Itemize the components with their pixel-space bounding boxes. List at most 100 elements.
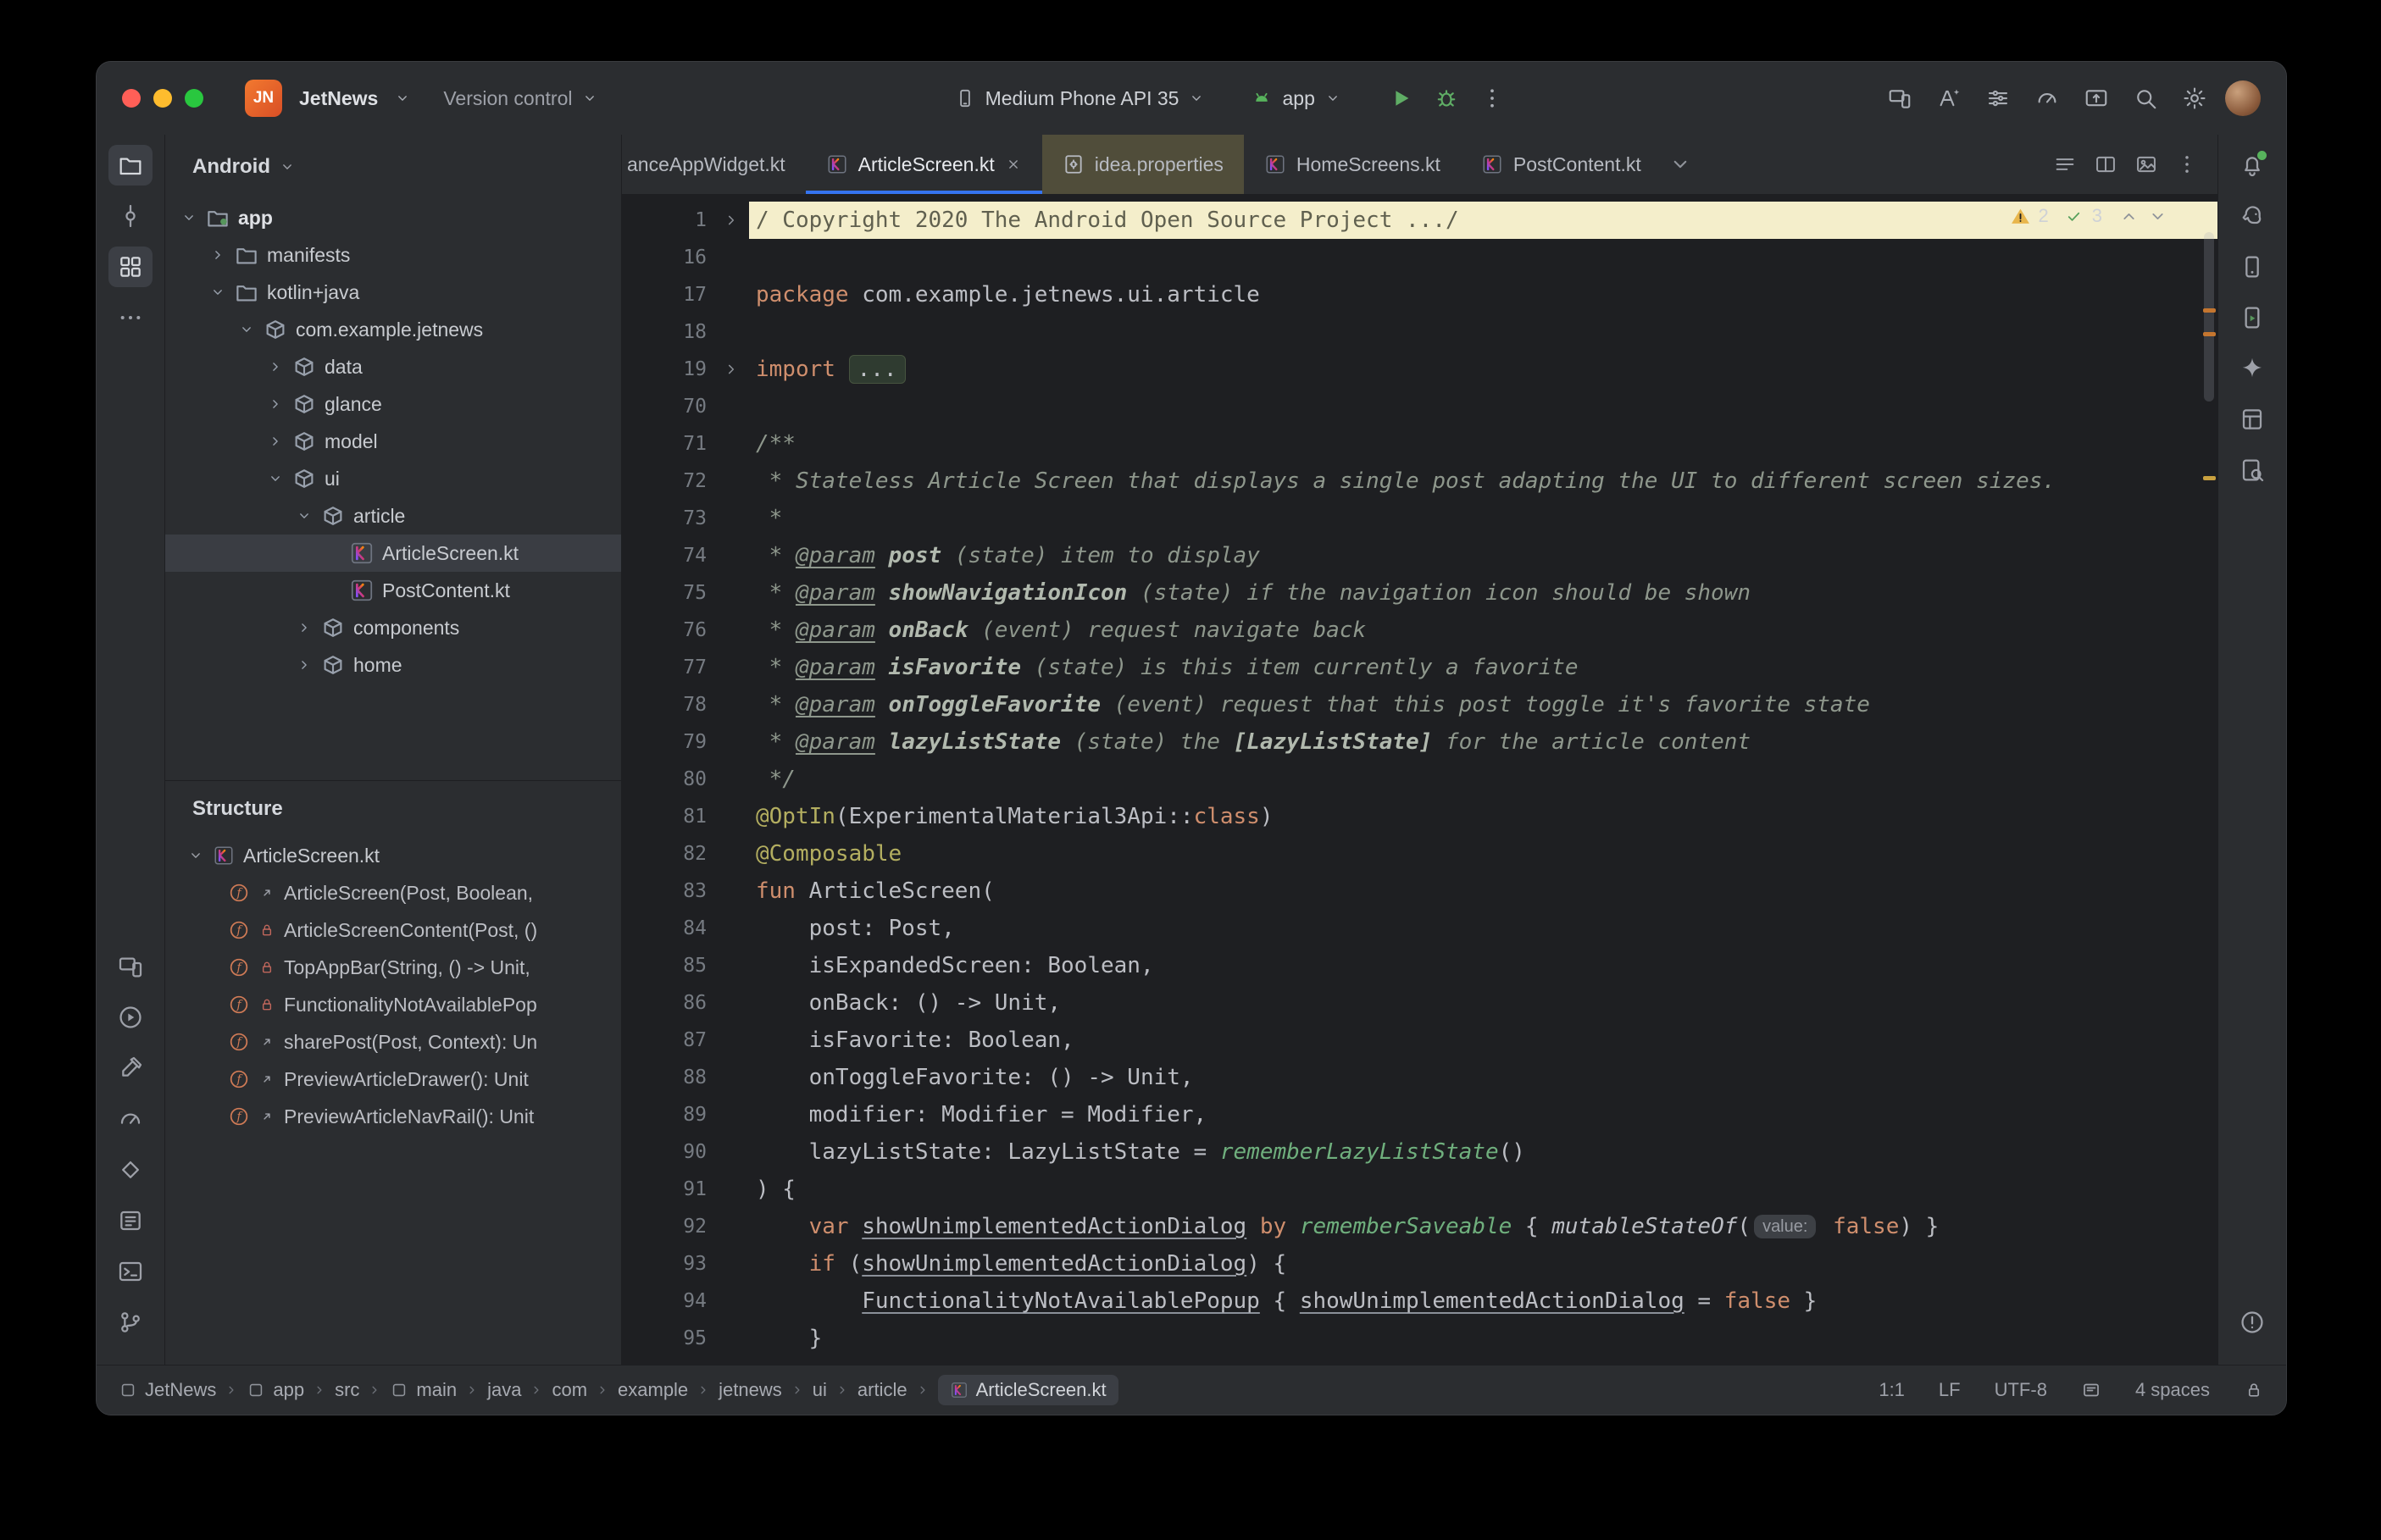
- code-line-87[interactable]: isFavorite: Boolean,: [749, 1022, 2217, 1059]
- tree-item-app[interactable]: app: [165, 199, 621, 236]
- chevron-down-icon[interactable]: [296, 507, 313, 524]
- chevron-down-icon[interactable]: [180, 209, 197, 226]
- code-line-90[interactable]: lazyListState: LazyListState = rememberL…: [749, 1133, 2217, 1171]
- run-config-selector[interactable]: app: [1246, 87, 1346, 110]
- code-line-84[interactable]: post: Post,: [749, 910, 2217, 947]
- project-selector[interactable]: JetNews: [294, 87, 416, 110]
- breadcrumb-articlescreen-kt[interactable]: ArticleScreen.kt: [937, 1375, 1118, 1405]
- view-options-button[interactable]: [1979, 80, 2017, 117]
- tool-window-button-device-mirror[interactable]: [2230, 297, 2274, 338]
- breadcrumb-article[interactable]: article: [857, 1379, 907, 1401]
- chevron-down-icon[interactable]: [209, 284, 226, 301]
- split-editor-button[interactable]: [2089, 147, 2123, 181]
- chevron-right-icon[interactable]: [722, 211, 741, 230]
- tool-window-button-version-control[interactable]: [108, 1302, 153, 1343]
- tool-window-button-project[interactable]: [108, 145, 153, 186]
- chevron-right-icon[interactable]: [296, 656, 313, 673]
- tool-window-button-app-insights[interactable]: [108, 1149, 153, 1190]
- code-line-70[interactable]: [749, 388, 2217, 425]
- structure-item-articlescreencontent-post[interactable]: f ArticleScreenContent(Post, (): [165, 911, 621, 949]
- structure-root[interactable]: ArticleScreen.kt: [165, 837, 621, 874]
- code-line-16[interactable]: [749, 239, 2217, 276]
- tree-item-ui[interactable]: ui: [165, 460, 621, 497]
- tool-window-button-layout-inspector[interactable]: [2230, 399, 2274, 440]
- device-streaming-button[interactable]: [1881, 80, 1918, 117]
- code-line-93[interactable]: if (showUnimplementedActionDialog) {: [749, 1245, 2217, 1282]
- code-line-86[interactable]: onBack: () -> Unit,: [749, 984, 2217, 1022]
- indent-indicator[interactable]: [2081, 1380, 2101, 1400]
- chevron-right-icon[interactable]: [267, 358, 284, 375]
- breadcrumb-com[interactable]: com: [552, 1379, 587, 1401]
- run-button[interactable]: [1382, 80, 1419, 117]
- structure-item-sharepost-post-context-un[interactable]: f sharePost(Post, Context): Un: [165, 1023, 621, 1061]
- tool-window-button-terminal[interactable]: [108, 1251, 153, 1292]
- breadcrumb-ui[interactable]: ui: [813, 1379, 827, 1401]
- code-line-78[interactable]: * @param onToggleFavorite (event) reques…: [749, 686, 2217, 723]
- chevron-down-icon[interactable]: [238, 321, 255, 338]
- tool-window-button-commit[interactable]: [108, 196, 153, 236]
- editor-scrollbar[interactable]: [2199, 195, 2217, 1365]
- tree-item-article[interactable]: article: [165, 497, 621, 535]
- chevron-right-icon[interactable]: [722, 360, 741, 379]
- scrollbar-thumb[interactable]: [2204, 232, 2214, 402]
- device-selector[interactable]: Medium Phone API 35: [949, 87, 1211, 110]
- settings-button[interactable]: [2176, 80, 2213, 117]
- code-line-18[interactable]: [749, 313, 2217, 351]
- more-vertical-button[interactable]: [2170, 147, 2204, 181]
- readonly-toggle[interactable]: [2244, 1380, 2264, 1400]
- vcs-widget[interactable]: Version control: [438, 87, 603, 110]
- structure-item-previewarticlenavrail-unit[interactable]: f PreviewArticleNavRail(): Unit: [165, 1098, 621, 1135]
- tool-window-button-quality-insights[interactable]: [2230, 450, 2274, 490]
- code-line-19[interactable]: import ...: [749, 351, 2217, 388]
- structure-item-articlescreen-post-boolean[interactable]: f ArticleScreen(Post, Boolean,: [165, 874, 621, 911]
- chevron-down-icon[interactable]: [2147, 206, 2168, 227]
- tool-window-button-notifications[interactable]: [2230, 145, 2274, 186]
- tree-item-manifests[interactable]: manifests: [165, 236, 621, 274]
- tree-item-data[interactable]: data: [165, 348, 621, 385]
- editor-tab-homescreens-kt[interactable]: HomeScreens.kt: [1244, 135, 1461, 194]
- code-line-91[interactable]: ) {: [749, 1171, 2217, 1208]
- code-line-81[interactable]: @OptIn(ExperimentalMaterial3Api::class): [749, 798, 2217, 835]
- tool-window-button-device-manager[interactable]: [2230, 247, 2274, 287]
- structure-item-previewarticledrawer-unit[interactable]: f PreviewArticleDrawer(): Unit: [165, 1061, 621, 1098]
- caret-position[interactable]: 1:1: [1879, 1379, 1905, 1401]
- close-tab-icon[interactable]: [1005, 156, 1022, 173]
- share-screen-button[interactable]: [2078, 80, 2115, 117]
- tree-item-glance[interactable]: glance: [165, 385, 621, 423]
- chevron-right-icon[interactable]: [296, 619, 313, 636]
- code-line-77[interactable]: * @param isFavorite (state) is this item…: [749, 649, 2217, 686]
- tree-item-com-example-jetnews[interactable]: com.example.jetnews: [165, 311, 621, 348]
- tree-item-model[interactable]: model: [165, 423, 621, 460]
- code-line-94[interactable]: FunctionalityNotAvailablePopup { showUni…: [749, 1282, 2217, 1320]
- editor-tab-postcontent-kt[interactable]: PostContent.kt: [1461, 135, 1662, 194]
- editor-tab-articlescreen-kt[interactable]: ArticleScreen.kt: [805, 135, 1042, 194]
- more-vertical-button[interactable]: [1474, 80, 1511, 117]
- breadcrumb-jetnews[interactable]: jetnews: [719, 1379, 782, 1401]
- code-line-71[interactable]: /**: [749, 425, 2217, 463]
- tab-list-button[interactable]: [2048, 147, 2082, 181]
- code-line-76[interactable]: * @param onBack (event) request navigate…: [749, 612, 2217, 649]
- editor-tab-idea-properties[interactable]: idea.properties: [1041, 135, 1244, 194]
- tree-item-home[interactable]: home: [165, 646, 621, 684]
- breadcrumb-example[interactable]: example: [618, 1379, 688, 1401]
- breadcrumb-src[interactable]: src: [335, 1379, 359, 1401]
- chevron-right-icon[interactable]: [267, 433, 284, 450]
- code-line-1[interactable]: / Copyright 2020 The Android Open Source…: [749, 202, 2217, 239]
- structure-item-topappbar-string-unit[interactable]: f TopAppBar(String, () -> Unit,: [165, 949, 621, 986]
- tool-window-button-build[interactable]: [108, 1048, 153, 1089]
- tool-window-button-gradle[interactable]: [2230, 196, 2274, 236]
- zoom-button[interactable]: [185, 89, 203, 108]
- structure-item-functionalitynotavailablepop[interactable]: f FunctionalityNotAvailablePop: [165, 986, 621, 1023]
- breadcrumb-app[interactable]: app: [247, 1379, 304, 1401]
- tree-item-kotlin-java[interactable]: kotlin+java: [165, 274, 621, 311]
- user-avatar[interactable]: [2225, 80, 2261, 116]
- code-line-83[interactable]: fun ArticleScreen(: [749, 872, 2217, 910]
- tool-window-button-more-horizontal[interactable]: [108, 297, 153, 338]
- profiler-button[interactable]: [2029, 80, 2066, 117]
- code-line-89[interactable]: modifier: Modifier = Modifier,: [749, 1096, 2217, 1133]
- tool-window-button-profiler-tool[interactable]: [108, 1099, 153, 1139]
- ai-assist-button[interactable]: [1930, 80, 1968, 117]
- tool-window-button-running-devices[interactable]: [108, 946, 153, 987]
- tool-window-button-structure[interactable]: [108, 247, 153, 287]
- editor[interactable]: 1 16 17 18 19 70 71 72 73 74 75 76 77 78 79 80 81 82 83 84 8…: [622, 195, 2217, 1365]
